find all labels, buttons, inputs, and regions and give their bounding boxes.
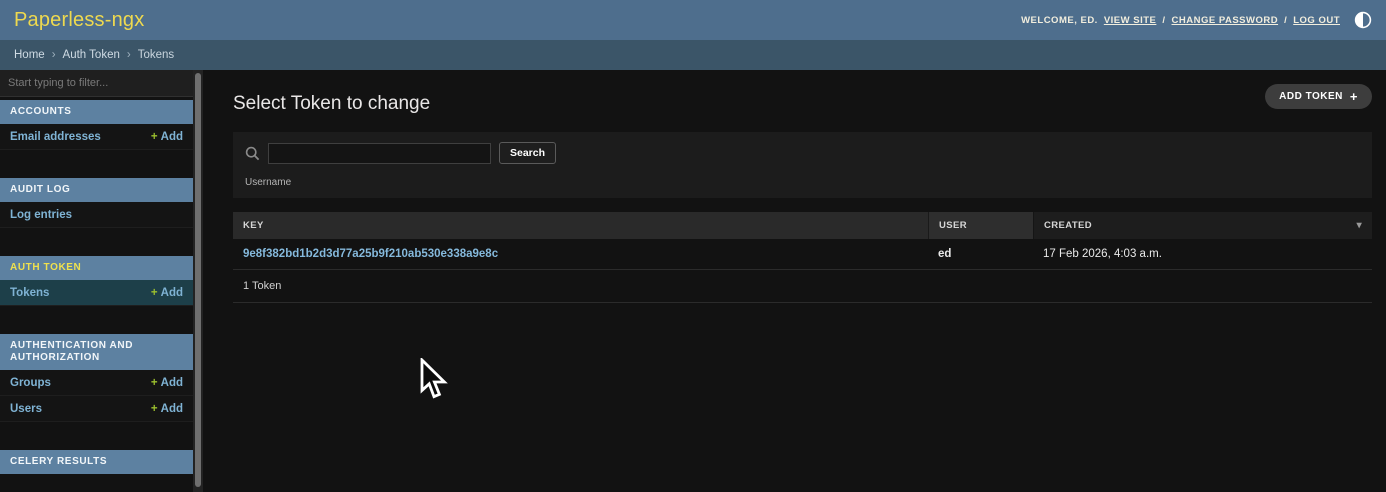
token-key-link[interactable]: 9e8f382bd1b2d3d77a25b9f210ab530e338a9e8c: [243, 248, 498, 260]
token-key-cell: 9e8f382bd1b2d3d77a25b9f210ab530e338a9e8c: [233, 239, 928, 269]
breadcrumb: Home › Auth Token › Tokens: [0, 40, 1386, 70]
result-count: 1 Token: [233, 270, 1372, 303]
search-field-label: Username: [245, 177, 1360, 188]
sidebar-item-groups[interactable]: Groups + Add: [0, 370, 193, 396]
section-title: Audit log: [0, 178, 193, 202]
token-created-cell: 17 Feb 2026, 4:03 a.m.: [1033, 239, 1372, 269]
main-content: ADD TOKEN + Select Token to change Searc…: [203, 70, 1386, 492]
sidebar-filter-input[interactable]: [0, 70, 193, 97]
sidebar-nav: Accounts Email addresses + Add Audit log…: [0, 70, 193, 492]
brand-title: Paperless-ngx: [14, 9, 144, 32]
add-group-link[interactable]: + Add: [151, 377, 183, 389]
app-header: Paperless-ngx WELCOME, ED. VIEW SITE / C…: [0, 0, 1386, 40]
paperless-admin-screen: Paperless-ngx WELCOME, ED. VIEW SITE / C…: [0, 0, 1386, 492]
change-password-link[interactable]: CHANGE PASSWORD: [1172, 15, 1279, 26]
log-entries-link[interactable]: Log entries: [10, 209, 72, 221]
email-addresses-link[interactable]: Email addresses: [10, 131, 101, 143]
plus-icon: +: [151, 131, 158, 143]
sidebar-scrollbar[interactable]: [193, 70, 203, 492]
section-title: Accounts: [0, 100, 193, 124]
sidebar-section-auth-token: Auth Token Tokens + Add: [0, 256, 193, 306]
table-header-row: Key User Created ▾: [233, 212, 1372, 239]
user-tools: WELCOME, ED. VIEW SITE / CHANGE PASSWORD…: [1021, 11, 1372, 29]
results-table: Key User Created ▾ 9e8f382bd1b2d3d77a25b…: [233, 212, 1372, 303]
sort-options-icon[interactable]: ▾: [1357, 220, 1362, 231]
search-input[interactable]: [268, 143, 491, 164]
theme-toggle-icon[interactable]: [1354, 11, 1372, 29]
sidebar-section-celery-results: Celery Results: [0, 450, 193, 474]
users-link[interactable]: Users: [10, 403, 42, 415]
add-token-button-label: ADD TOKEN: [1279, 91, 1343, 102]
view-site-link[interactable]: VIEW SITE: [1104, 15, 1157, 26]
created-header-label: Created: [1044, 220, 1092, 231]
sidebar-section-audit-log: Audit log Log entries: [0, 178, 193, 228]
add-token-button[interactable]: ADD TOKEN +: [1265, 84, 1372, 109]
add-label: Add: [161, 403, 183, 415]
sidebar-item-users[interactable]: Users + Add: [0, 396, 193, 422]
add-label: Add: [161, 377, 183, 389]
welcome-text: WELCOME, ED.: [1021, 15, 1098, 26]
plus-icon: +: [151, 377, 158, 389]
tokens-link[interactable]: Tokens: [10, 287, 49, 299]
token-user-cell: ed: [928, 239, 1033, 269]
breadcrumb-current: Tokens: [138, 49, 174, 61]
section-title: Celery Results: [0, 450, 193, 474]
table-row: 9e8f382bd1b2d3d77a25b9f210ab530e338a9e8c…: [233, 239, 1372, 270]
column-header-key[interactable]: Key: [233, 212, 928, 239]
groups-link[interactable]: Groups: [10, 377, 51, 389]
breadcrumb-auth-token[interactable]: Auth Token: [63, 49, 120, 61]
plus-icon: +: [151, 403, 158, 415]
add-token-link[interactable]: + Add: [151, 287, 183, 299]
sidebar-item-email-addresses[interactable]: Email addresses + Add: [0, 124, 193, 150]
plus-icon: +: [151, 287, 158, 299]
separator: /: [1284, 15, 1287, 26]
sidebar-scrollbar-thumb[interactable]: [195, 73, 201, 487]
breadcrumb-separator: ›: [52, 49, 56, 61]
separator: /: [1162, 15, 1165, 26]
sidebar-item-log-entries[interactable]: Log entries: [0, 202, 193, 228]
add-email-address-link[interactable]: + Add: [151, 131, 183, 143]
sidebar-item-tokens[interactable]: Tokens + Add: [0, 280, 193, 306]
add-user-link[interactable]: + Add: [151, 403, 183, 415]
log-out-link[interactable]: LOG OUT: [1293, 15, 1340, 26]
sidebar-section-auth-and-authz: Authentication and Authorization Groups …: [0, 334, 193, 422]
add-label: Add: [161, 287, 183, 299]
breadcrumb-home[interactable]: Home: [14, 49, 45, 61]
search-icon: [245, 146, 260, 161]
section-title: Auth Token: [0, 256, 193, 280]
add-label: Add: [161, 131, 183, 143]
section-title: Authentication and Authorization: [0, 334, 193, 370]
column-header-created[interactable]: Created ▾: [1033, 212, 1372, 239]
breadcrumb-separator: ›: [127, 49, 131, 61]
plus-icon: +: [1350, 92, 1358, 101]
sidebar-section-accounts: Accounts Email addresses + Add: [0, 100, 193, 150]
column-header-user[interactable]: User: [928, 212, 1033, 239]
search-module: Search Username: [233, 132, 1372, 198]
page-title: Select Token to change: [233, 93, 1372, 115]
search-button[interactable]: Search: [499, 142, 556, 164]
